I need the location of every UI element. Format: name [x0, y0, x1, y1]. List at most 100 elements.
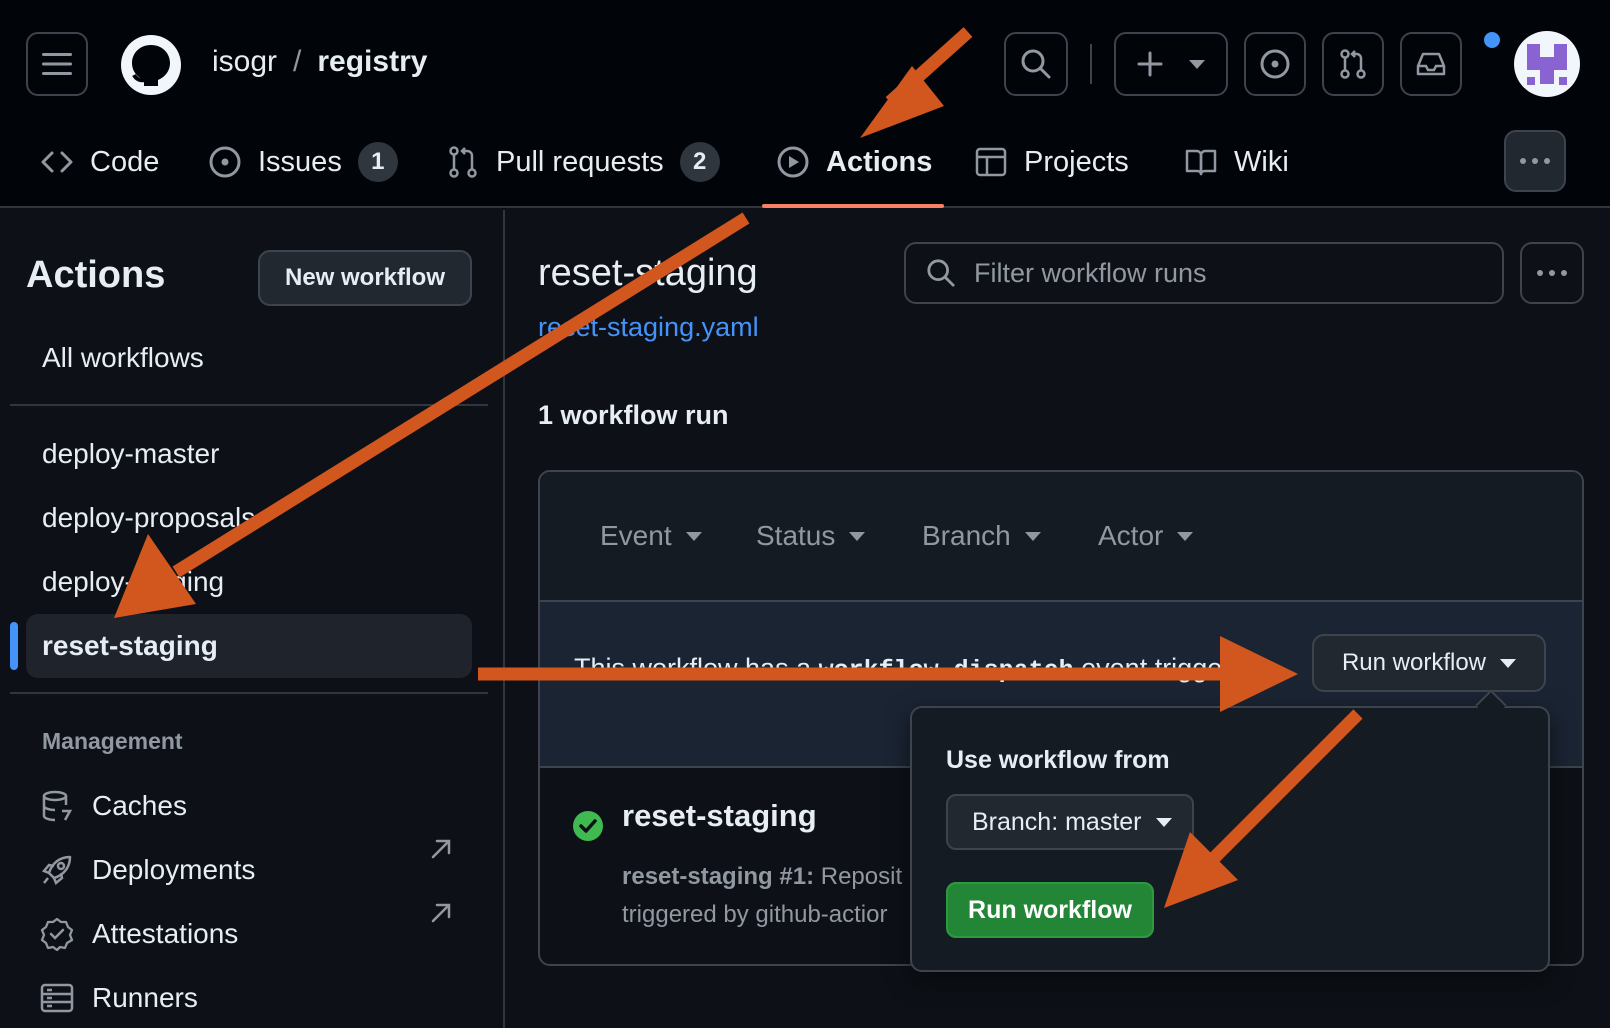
run-title-link[interactable]: reset-staging	[622, 798, 817, 834]
tab-issues-label: Issues	[258, 145, 342, 178]
filter-runs-field[interactable]	[904, 242, 1504, 304]
search-button[interactable]	[1004, 32, 1068, 96]
create-new-button[interactable]	[1114, 32, 1228, 96]
use-workflow-from-label: Use workflow from	[946, 746, 1170, 774]
tab-issues[interactable]: Issues 1	[208, 130, 398, 194]
external-link-icon	[431, 839, 451, 859]
more-tabs-button[interactable]	[1504, 130, 1566, 192]
tab-projects[interactable]: Projects	[974, 130, 1129, 194]
branch-filter-dropdown[interactable]: Branch	[922, 520, 1041, 552]
code-icon	[41, 151, 73, 173]
repo-link[interactable]: registry	[317, 45, 427, 79]
database-icon	[42, 790, 73, 822]
plus-icon	[1137, 51, 1163, 77]
chevron-down-icon	[849, 531, 866, 541]
runners-label: Runners	[92, 982, 198, 1013]
dispatch-text-start: This workflow has a	[574, 653, 819, 683]
search-icon	[927, 259, 955, 287]
check-circle-icon	[573, 811, 603, 841]
menu-button[interactable]	[26, 32, 88, 96]
tab-code[interactable]: Code	[40, 130, 159, 194]
branch-select[interactable]: Branch: master	[946, 794, 1194, 850]
breadcrumb: isogr / registry	[212, 45, 427, 79]
sidebar-title: Actions	[26, 254, 166, 296]
server-icon	[40, 983, 74, 1013]
tab-actions[interactable]: Actions	[776, 130, 932, 194]
top-header: isogr / registry Code Issues 1 Pull requ…	[0, 0, 1610, 208]
run-workflow-popover: Use workflow from Branch: master Run wor…	[910, 706, 1550, 972]
external-link-icon	[431, 903, 451, 923]
branch-select-label: Branch: master	[972, 807, 1142, 836]
avatar[interactable]	[1514, 31, 1580, 97]
sidebar-divider	[10, 692, 488, 694]
chevron-down-icon	[1155, 817, 1172, 827]
verified-icon	[40, 917, 74, 951]
actor-filter-dropdown[interactable]: Actor	[1098, 520, 1194, 552]
actor-filter-label: Actor	[1098, 520, 1164, 551]
pull-request-icon	[1340, 49, 1366, 79]
workflow-run-count: 1 workflow run	[538, 400, 729, 430]
search-icon	[1021, 49, 1051, 79]
table-icon	[975, 147, 1007, 177]
pull-requests-counter: 2	[679, 142, 720, 182]
breadcrumb-separator: /	[293, 45, 302, 78]
dispatch-text-end: event trigger.	[1073, 653, 1238, 683]
sidebar-item-deploy-proposals[interactable]: deploy-proposals	[42, 502, 255, 534]
runs-filter-bar: Event Status Branch Actor	[540, 472, 1582, 602]
pull-requests-button[interactable]	[1322, 32, 1384, 96]
workflow-menu-button[interactable]	[1520, 242, 1584, 304]
chevron-down-icon	[1024, 531, 1041, 541]
chevron-down-icon	[1189, 59, 1205, 69]
sidebar-item-caches[interactable]: Caches	[40, 784, 187, 828]
run-workflow-dropdown-button[interactable]: Run workflow	[1312, 634, 1546, 692]
workflow-file-link[interactable]: reset-staging.yaml	[538, 312, 759, 343]
tab-projects-label: Projects	[1024, 145, 1129, 178]
selected-workflow-marker	[10, 622, 18, 670]
header-divider	[1090, 44, 1092, 84]
issues-button[interactable]	[1244, 32, 1306, 96]
management-heading: Management	[42, 728, 183, 754]
sidebar-item-runners[interactable]: Runners	[40, 976, 198, 1020]
attestations-label: Attestations	[92, 918, 239, 949]
owner-link[interactable]: isogr	[212, 45, 277, 79]
workflow-title: reset-staging	[538, 252, 758, 294]
issue-icon	[1260, 49, 1290, 79]
sidebar-divider	[10, 404, 488, 406]
sidebar-item-reset-staging[interactable]: reset-staging	[42, 630, 218, 662]
status-filter-dropdown[interactable]: Status	[756, 520, 866, 552]
issues-counter: 1	[357, 142, 398, 182]
issue-icon	[209, 146, 241, 178]
branch-filter-label: Branch	[922, 520, 1011, 551]
run-workflow-submit-button[interactable]: Run workflow	[946, 882, 1154, 938]
tab-actions-label: Actions	[826, 145, 933, 178]
sidebar-item-deploy-master[interactable]: deploy-master	[42, 438, 219, 470]
notification-dot	[1484, 32, 1500, 48]
event-filter-dropdown[interactable]: Event	[600, 520, 702, 552]
chevron-down-icon	[1177, 531, 1194, 541]
sidebar-item-attestations[interactable]: Attestations	[40, 912, 238, 956]
run-meta-id: reset-staging #1:	[622, 863, 815, 890]
inbox-icon	[1416, 52, 1446, 76]
chevron-down-icon	[1500, 658, 1517, 668]
tab-wiki[interactable]: Wiki	[1184, 130, 1289, 194]
sidebar-item-deploy-staging[interactable]: deploy-staging	[42, 566, 224, 598]
github-logo-icon[interactable]	[120, 34, 182, 96]
filter-runs-input[interactable]	[974, 257, 1494, 289]
play-icon	[777, 146, 809, 178]
selected-tab-indicator	[762, 204, 944, 208]
kebab-horizontal-icon	[1520, 158, 1550, 164]
tab-code-label: Code	[90, 145, 160, 178]
inbox-button[interactable]	[1400, 32, 1462, 96]
sidebar-item-deployments[interactable]: Deployments	[40, 848, 255, 892]
pull-request-icon	[449, 146, 477, 178]
run-trigger-text: triggered by github-actior	[622, 901, 888, 928]
dispatch-code: workflow_dispatch	[818, 656, 1074, 685]
caches-label: Caches	[92, 790, 187, 821]
event-filter-label: Event	[600, 520, 672, 551]
new-workflow-button[interactable]: New workflow	[258, 250, 472, 306]
dispatch-message: This workflow has a workflow_dispatch ev…	[574, 646, 1274, 693]
tab-wiki-label: Wiki	[1234, 145, 1289, 178]
tab-pull-requests[interactable]: Pull requests 2	[446, 130, 720, 194]
kebab-horizontal-icon	[1537, 270, 1567, 276]
sidebar-item-all-workflows[interactable]: All workflows	[42, 342, 204, 374]
